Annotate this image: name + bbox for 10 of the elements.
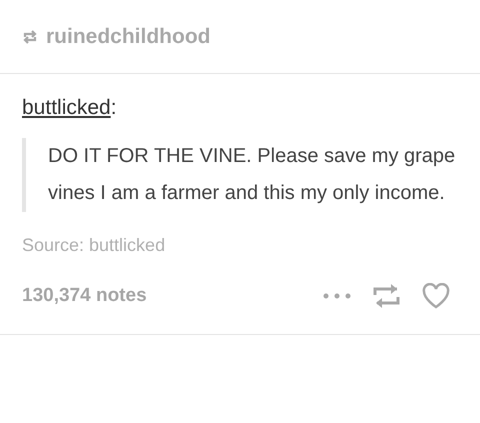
reblog-icon: [22, 28, 38, 44]
more-icon[interactable]: [323, 293, 351, 299]
source-text: Source: buttlicked: [22, 234, 166, 256]
reblog-username[interactable]: ruinedchildhood: [46, 20, 210, 52]
quote-text: DO IT FOR THE VINE. Please save my grape vines I am a farmer and this my only income.: [22, 138, 458, 212]
author-line: buttlicked:: [22, 95, 118, 121]
reblog-icon[interactable]: [373, 283, 400, 309]
notes-count[interactable]: 130,374 notes: [22, 282, 147, 310]
author-link[interactable]: buttlicked: [22, 96, 111, 119]
heart-icon[interactable]: [422, 283, 450, 309]
